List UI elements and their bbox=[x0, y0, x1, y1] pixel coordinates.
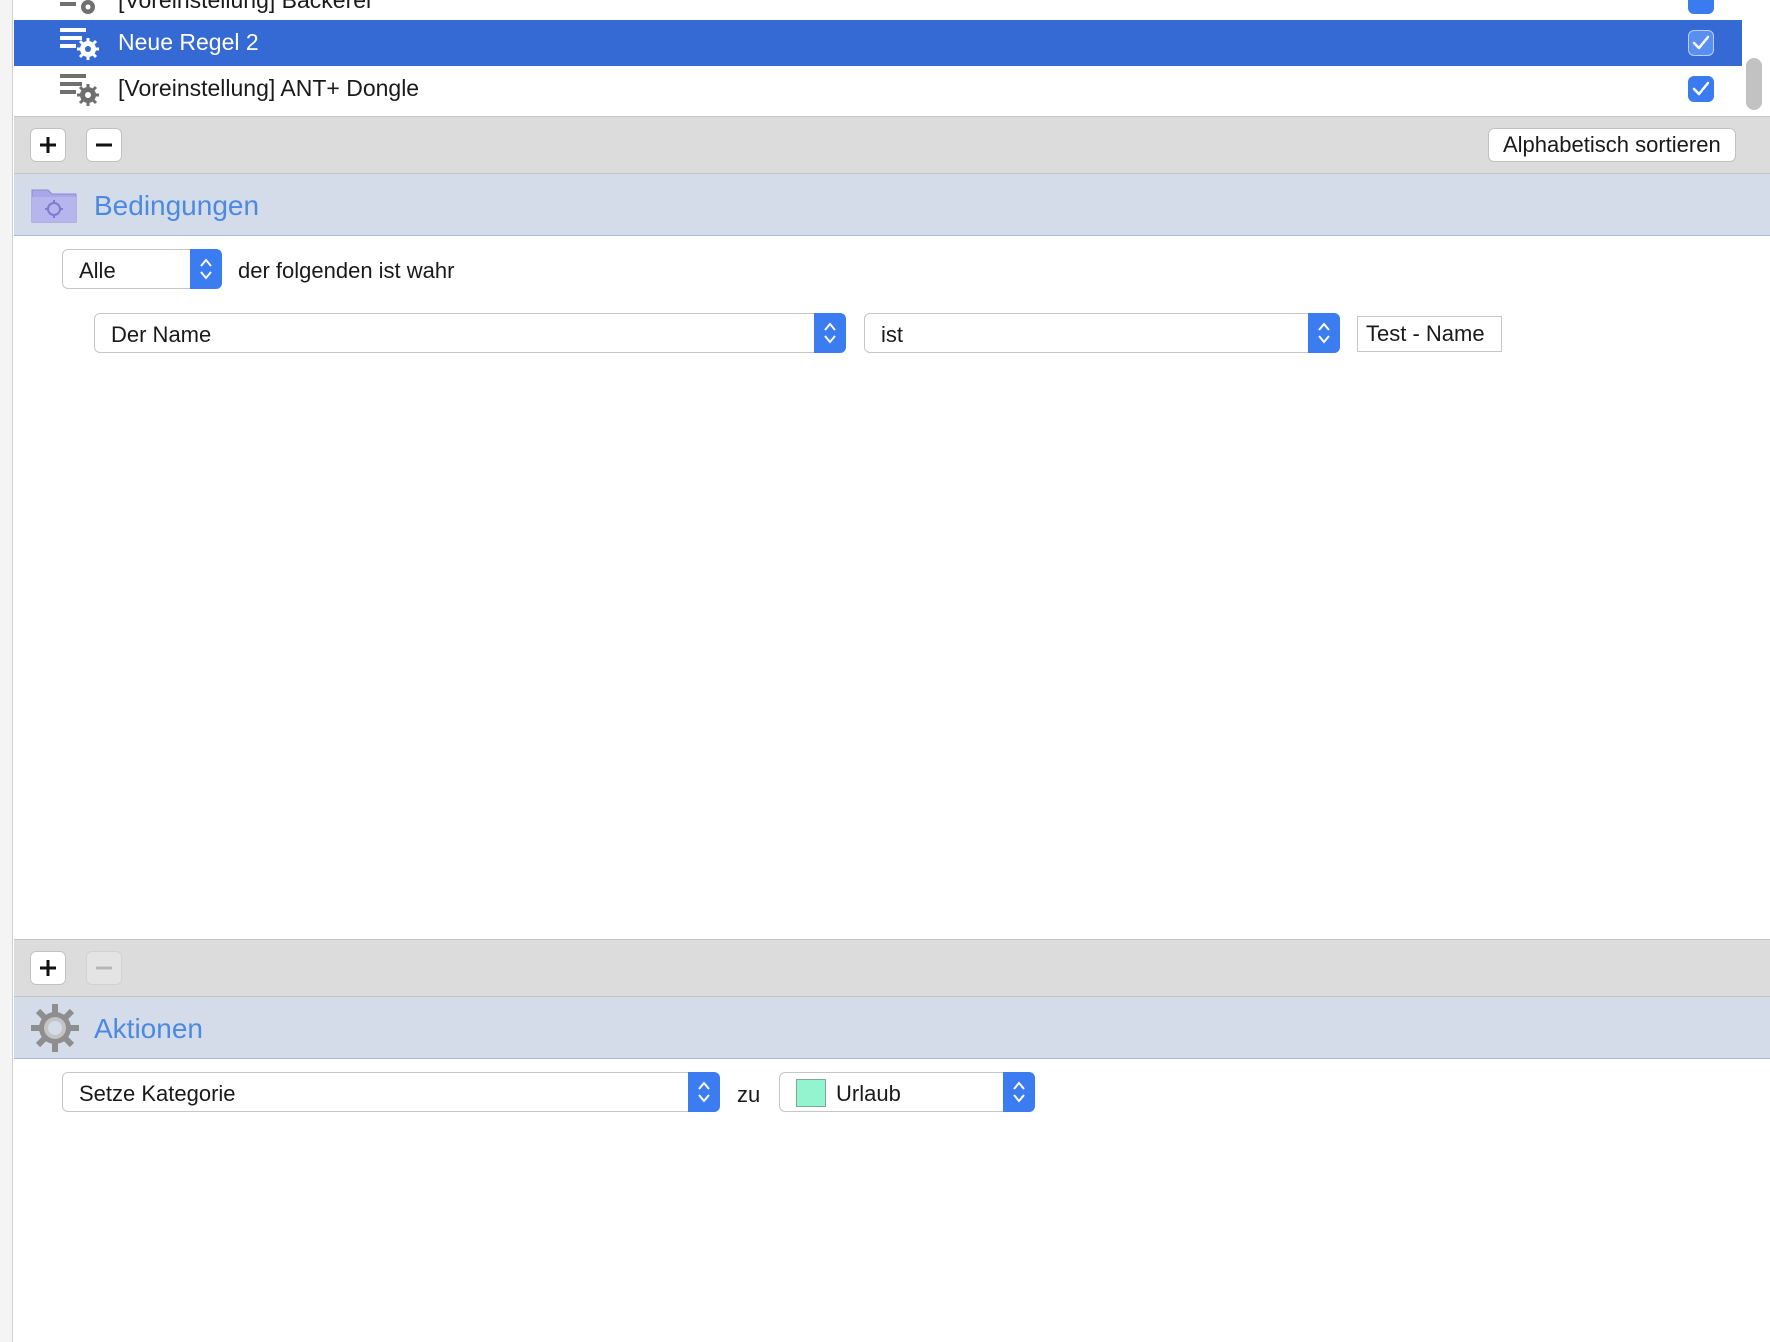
actions-title: Aktionen bbox=[94, 1013, 203, 1044]
rule-list-toolbar: Alphabetisch sortieren bbox=[14, 116, 1770, 174]
minus-icon bbox=[96, 143, 112, 147]
condition-operator-popup[interactable]: ist bbox=[864, 313, 1340, 353]
remove-rule-button[interactable] bbox=[86, 128, 122, 162]
plus-icon bbox=[40, 137, 56, 153]
rule-gear-icon bbox=[60, 28, 99, 60]
popup-stepper bbox=[190, 249, 222, 289]
window-left-edge bbox=[0, 0, 13, 1342]
rule-gear-icon bbox=[60, 74, 99, 106]
actions-header: Aktionen bbox=[14, 997, 1770, 1059]
chevron-updown-icon bbox=[200, 258, 212, 280]
category-value: Urlaub bbox=[836, 1081, 901, 1106]
match-mode-value: Alle bbox=[79, 258, 116, 283]
rule-row-neue-regel-2[interactable]: Neue Regel 2 bbox=[14, 20, 1742, 66]
chevron-updown-icon bbox=[824, 322, 836, 344]
condition-value-field[interactable]: Test - Name bbox=[1357, 316, 1502, 352]
minus-icon bbox=[96, 966, 112, 970]
gear-icon bbox=[31, 1004, 79, 1052]
rule-list-scrollbar[interactable] bbox=[1746, 58, 1762, 110]
remove-condition-button[interactable] bbox=[86, 951, 122, 985]
category-popup[interactable]: Urlaub bbox=[779, 1072, 1035, 1112]
rule-row-ant-dongle[interactable]: [Voreinstellung] ANT+ Dongle bbox=[14, 66, 1742, 112]
rule-list[interactable]: [Voreinstellung] Bäckerei Neue Regel 2 [… bbox=[14, 0, 1756, 116]
rule-gear-icon bbox=[60, 0, 95, 14]
plus-icon bbox=[40, 960, 56, 976]
folder-gear-icon bbox=[31, 189, 77, 223]
rule-label: [Voreinstellung] Bäckerei bbox=[118, 0, 372, 13]
action-type-value: Setze Kategorie bbox=[79, 1081, 236, 1106]
match-mode-popup[interactable]: Alle bbox=[62, 249, 222, 289]
popup-stepper bbox=[1003, 1072, 1035, 1112]
chevron-updown-icon bbox=[698, 1081, 710, 1103]
checkmark-icon bbox=[1692, 81, 1710, 96]
match-mode-suffix: der folgenden ist wahr bbox=[238, 258, 455, 283]
checkmark-icon bbox=[1692, 35, 1710, 50]
add-rule-button[interactable] bbox=[30, 128, 66, 162]
condition-field-popup[interactable]: Der Name bbox=[94, 313, 846, 353]
action-connector: zu bbox=[737, 1082, 761, 1107]
condition-field-value: Der Name bbox=[111, 322, 212, 347]
chevron-updown-icon bbox=[1318, 322, 1330, 344]
rule-label: [Voreinstellung] ANT+ Dongle bbox=[118, 75, 420, 101]
category-color-swatch bbox=[796, 1079, 826, 1107]
rule-enabled-checkbox[interactable] bbox=[1688, 0, 1714, 14]
add-condition-button[interactable] bbox=[30, 951, 66, 985]
popup-stepper bbox=[1308, 313, 1340, 353]
chevron-updown-icon bbox=[1013, 1081, 1025, 1103]
sort-alphabetically-button[interactable]: Alphabetisch sortieren bbox=[1488, 128, 1736, 162]
popup-stepper bbox=[688, 1072, 720, 1112]
rule-enabled-checkbox[interactable] bbox=[1688, 76, 1714, 102]
conditions-title: Bedingungen bbox=[94, 190, 260, 221]
rule-label: Neue Regel 2 bbox=[118, 29, 259, 55]
rule-enabled-checkbox[interactable] bbox=[1688, 30, 1714, 56]
action-type-popup[interactable]: Setze Kategorie bbox=[62, 1072, 720, 1112]
popup-stepper bbox=[814, 313, 846, 353]
condition-operator-value: ist bbox=[881, 322, 903, 347]
conditions-header: Bedingungen bbox=[14, 174, 1770, 236]
conditions-toolbar bbox=[14, 939, 1770, 997]
